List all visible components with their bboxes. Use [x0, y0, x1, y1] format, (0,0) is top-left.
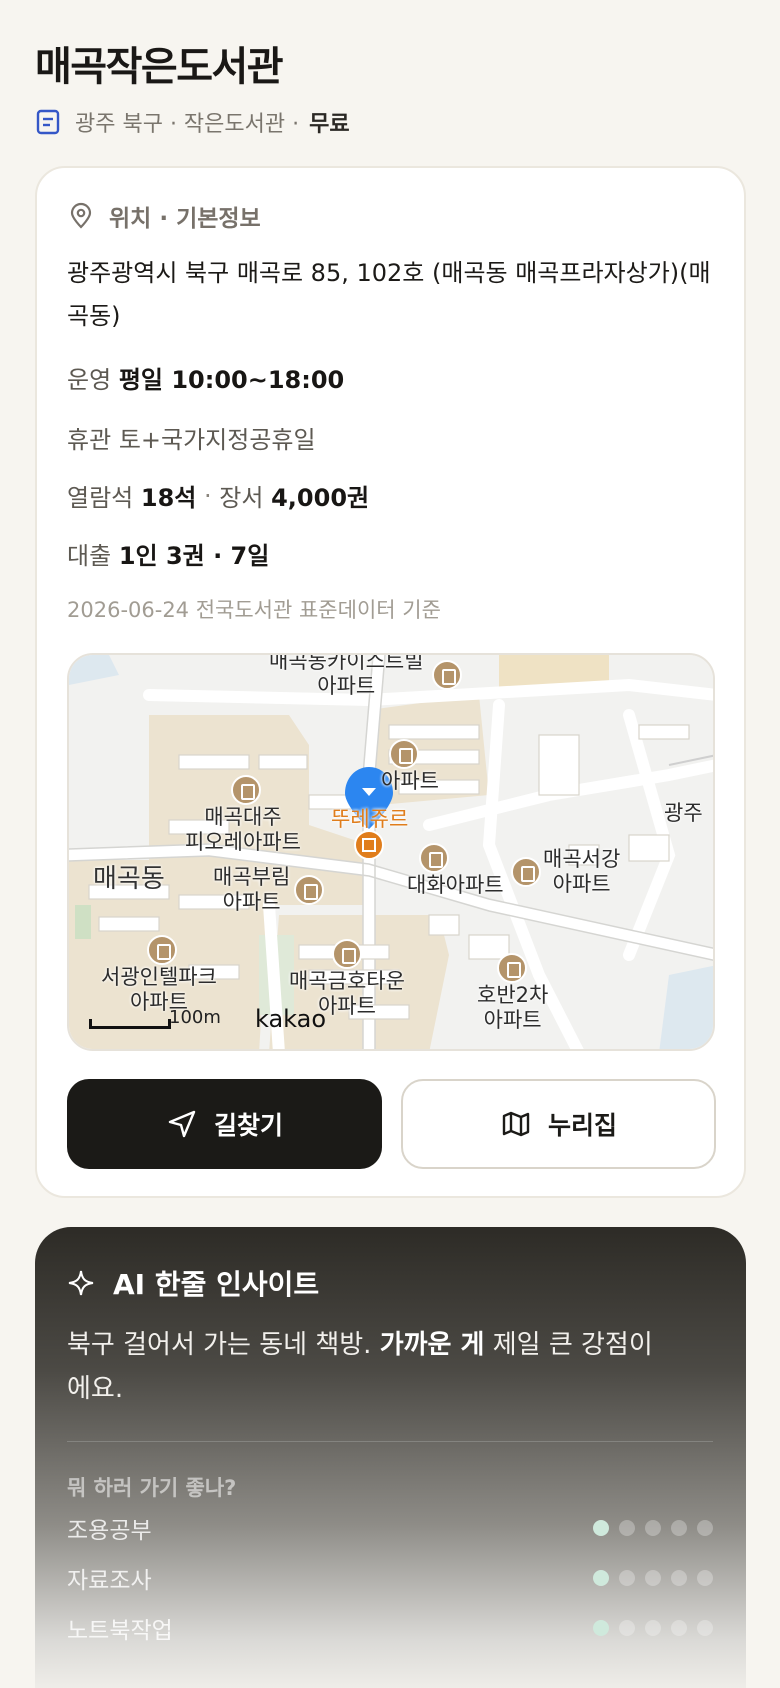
- sparkle-icon: [68, 1270, 94, 1296]
- map-label: 아파트: [381, 769, 439, 793]
- map-attribution: kakao: [255, 1005, 327, 1033]
- apartment-icon: [432, 660, 462, 690]
- rating-dot-empty: [671, 1520, 687, 1536]
- map-label: 매곡서강 아파트: [543, 847, 621, 896]
- closed-value: 토+국가지정공휴일: [118, 426, 316, 454]
- hours-label: 운영: [67, 366, 112, 394]
- books-value: 4,000권: [271, 484, 370, 512]
- rating-row: 자료조사: [67, 1560, 713, 1596]
- address-text: 광주광역시 북구 매곡로 85, 102호 (매곡동 매곡프라자상가)(매곡동): [67, 259, 711, 330]
- map-label: 매곡부림 아파트: [213, 865, 291, 914]
- hours-value: 평일 10:00~18:00: [118, 366, 345, 394]
- books-label: 장서: [219, 484, 264, 512]
- ai-insight-title: AI 한줄 인사이트: [113, 1268, 320, 1301]
- map-icon: [502, 1111, 530, 1137]
- apartment-icon: [389, 739, 419, 769]
- navigation-arrow-icon: [168, 1110, 196, 1138]
- data-source-note: 2026-06-24 전국도서관 표준데이터 기준: [67, 598, 441, 622]
- capacity-row: 열람석 18석 · 장서 4,000권: [67, 478, 369, 513]
- hours-row: 운영 평일 10:00~18:00: [67, 360, 344, 395]
- rating-dot-empty: [645, 1620, 661, 1636]
- apartment-icon: [511, 857, 541, 887]
- seats-value: 18석: [140, 484, 197, 512]
- map-scale-label: 100m: [169, 1007, 221, 1028]
- apartment-icon: [497, 953, 527, 983]
- website-label: 누리집: [547, 1111, 617, 1140]
- use-case-question: 뭐 하러 가기 좋나?: [67, 1476, 237, 1500]
- seats-label: 열람석: [67, 484, 134, 512]
- rating-dots: [593, 1570, 713, 1586]
- section-header: 위치 · 기본정보: [67, 198, 261, 234]
- price-badge: 무료: [309, 112, 350, 137]
- page-title: 매곡작은도서관: [35, 44, 284, 90]
- directions-label: 길찾기: [213, 1111, 283, 1140]
- separator: ·: [204, 481, 212, 510]
- map-label: 호반2차 아파트: [477, 983, 549, 1032]
- rating-dot-empty: [671, 1620, 687, 1636]
- apartment-icon: [294, 875, 324, 905]
- rating-dot-empty: [697, 1620, 713, 1636]
- rating-dot-filled: [593, 1620, 609, 1636]
- apartment-icon: [147, 935, 177, 965]
- closed-label: 휴관: [67, 426, 112, 454]
- divider: [67, 1441, 713, 1442]
- library-meta: 광주 북구 · 작은도서관 · 무료: [35, 104, 350, 140]
- library-location-type: 광주 북구 · 작은도서관 ·: [75, 112, 300, 137]
- rating-dots: [593, 1520, 713, 1536]
- rating-dot-empty: [619, 1570, 635, 1586]
- loan-label: 대출: [67, 542, 112, 570]
- map-label: 대화아파트: [407, 873, 504, 897]
- section-title: 위치 · 기본정보: [109, 206, 261, 232]
- rating-dot-filled: [593, 1520, 609, 1536]
- library-detail-page: 매곡작은도서관 광주 북구 · 작은도서관 · 무료 위치 · 기본정보 광주광…: [0, 0, 780, 1688]
- map-scale-bar: [89, 1019, 171, 1029]
- ai-insight-header: AI 한줄 인사이트: [67, 1263, 319, 1303]
- loan-row: 대출 1인 3권 · 7일: [67, 536, 269, 571]
- map-label: 매곡동카이스트빌 아파트: [269, 653, 424, 698]
- rating-dot-empty: [619, 1520, 635, 1536]
- rating-dot-filled: [593, 1570, 609, 1586]
- ai-insight-text-part: 북구 걸어서 가는 동네 책방.: [67, 1330, 380, 1360]
- directions-button[interactable]: 길찾기: [67, 1079, 382, 1169]
- rating-dots: [593, 1620, 713, 1636]
- map-label: 매곡동: [93, 864, 165, 894]
- closed-row: 휴관 토+국가지정공휴일: [67, 420, 316, 455]
- rating-row: 노트북작업: [67, 1610, 713, 1646]
- apartment-icon: [231, 775, 261, 805]
- apartment-icon: [419, 843, 449, 873]
- location-pin-icon: [70, 202, 92, 229]
- rating-dot-empty: [619, 1620, 635, 1636]
- map-label: 광주: [664, 801, 703, 825]
- rating-dot-empty: [671, 1570, 687, 1586]
- map-label: 매곡대주 피오레아파트: [185, 805, 301, 854]
- rating-label: 자료조사: [67, 1568, 152, 1594]
- document-icon: [36, 109, 60, 135]
- apartment-icon: [332, 939, 362, 969]
- map-label-library-place: 뚜레쥬르: [331, 807, 409, 831]
- loan-value: 1인 3권 · 7일: [118, 542, 270, 570]
- rating-row: 조용공부: [67, 1510, 713, 1546]
- rating-dot-empty: [645, 1520, 661, 1536]
- rating-dot-empty: [697, 1570, 713, 1586]
- website-button[interactable]: 누리집: [401, 1079, 716, 1169]
- location-map[interactable]: 매곡동카이스트빌 아파트 아파트 매곡대주 피오레아파트 뚜레쥬르 광주 매곡동…: [67, 653, 715, 1051]
- ai-insight-text: 북구 걸어서 가는 동네 책방. 가까운 게 제일 큰 강점이에요.: [67, 1323, 667, 1411]
- rating-dot-empty: [645, 1570, 661, 1586]
- rating-label: 노트북작업: [67, 1618, 173, 1644]
- rating-label: 조용공부: [67, 1518, 152, 1544]
- ai-insight-card: AI 한줄 인사이트 북구 걸어서 가는 동네 책방. 가까운 게 제일 큰 강…: [35, 1227, 746, 1688]
- info-card: 위치 · 기본정보 광주광역시 북구 매곡로 85, 102호 (매곡동 매곡프…: [35, 166, 746, 1198]
- rating-dot-empty: [697, 1520, 713, 1536]
- ai-insight-highlight: 가까운 게: [379, 1330, 485, 1360]
